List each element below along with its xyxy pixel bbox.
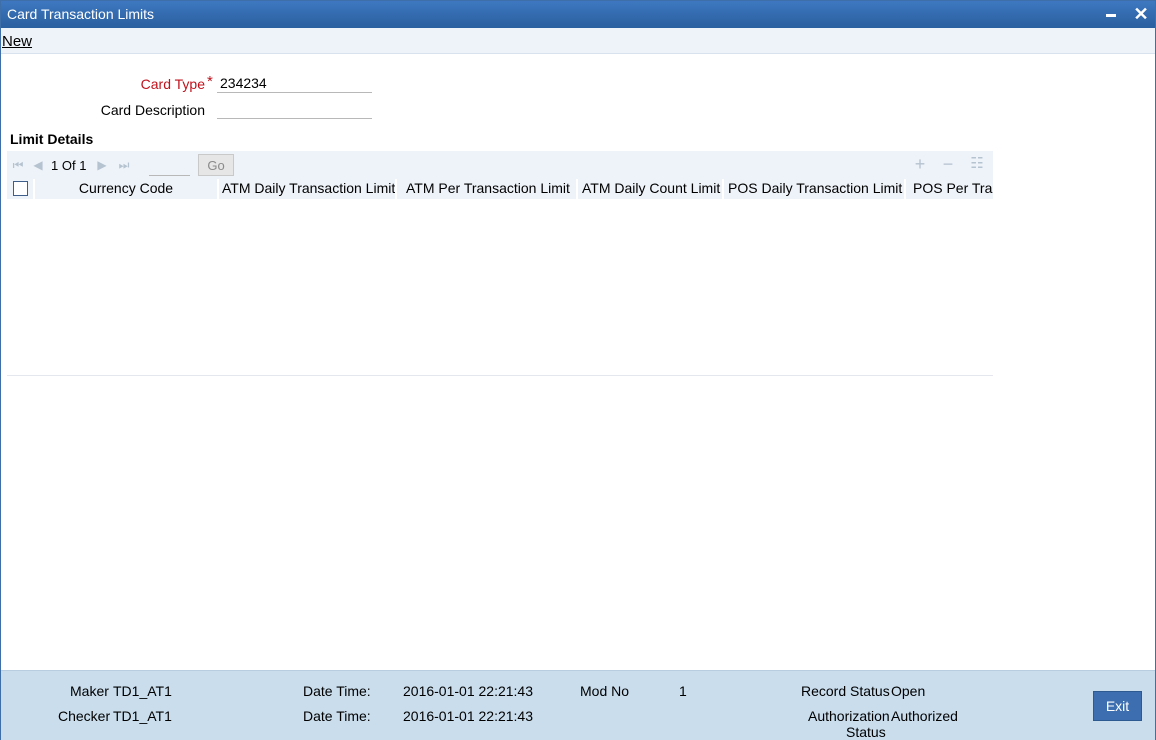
checker-datetime-value: 2016-01-01 22:21:43 [403, 708, 533, 724]
card-description-input[interactable] [217, 99, 372, 119]
card-description-label: Card Description [100, 102, 205, 118]
checker-value: TD1_AT1 [113, 708, 172, 724]
first-page-icon[interactable]: ⏮ [11, 158, 25, 172]
card-type-input[interactable] [217, 73, 372, 93]
menu-bar: New [1, 28, 1155, 54]
header-select-cell [7, 179, 35, 199]
select-all-checkbox[interactable] [13, 181, 28, 196]
limit-details-grid: ⏮ ◀ 1 Of 1 ▶ ⏭ Go + − ☷ Currency Code AT… [7, 151, 993, 376]
card-transaction-limits-window: Card Transaction Limits ✕ New Card Type … [0, 0, 1156, 740]
checker-datetime-label: Date Time: [303, 708, 371, 724]
audit-footer: Maker TD1_AT1 Checker TD1_AT1 Date Time:… [1, 670, 1155, 740]
maker-datetime-label: Date Time: [303, 683, 371, 699]
grid-header-row: Currency Code ATM Daily Transaction Limi… [7, 179, 993, 199]
column-header-atm-daily-transaction-limit[interactable]: ATM Daily Transaction Limit [219, 179, 397, 199]
window-title: Card Transaction Limits [7, 6, 155, 22]
new-link[interactable]: New [2, 33, 32, 50]
maker-datetime-value: 2016-01-01 22:21:43 [403, 683, 533, 699]
delete-row-icon[interactable]: − [939, 155, 957, 173]
grid-toolbar: ⏮ ◀ 1 Of 1 ▶ ⏭ Go + − ☷ [7, 151, 993, 179]
column-header-pos-daily-transaction-limit[interactable]: POS Daily Transaction Limit [724, 179, 906, 199]
exit-button[interactable]: Exit [1093, 691, 1142, 721]
column-header-atm-per-transaction-limit[interactable]: ATM Per Transaction Limit [397, 179, 578, 199]
maker-value: TD1_AT1 [113, 683, 172, 699]
required-indicator: * [207, 73, 213, 90]
go-button[interactable]: Go [198, 154, 234, 176]
next-page-icon[interactable]: ▶ [95, 158, 109, 172]
record-status-label: Record Status [801, 683, 890, 699]
authorization-status-label-line2: Status [846, 724, 886, 740]
of-label: Of [61, 158, 76, 173]
maker-label: Maker [70, 683, 109, 699]
column-header-currency-code[interactable]: Currency Code [35, 179, 219, 199]
authorization-status-value: Authorized [891, 708, 958, 724]
pagination-text: 1 Of 1 [51, 158, 86, 173]
authorization-status-label-line1: Authorization [808, 708, 890, 724]
column-header-atm-daily-count-limit[interactable]: ATM Daily Count Limit [578, 179, 724, 199]
current-page: 1 [51, 158, 59, 173]
close-icon[interactable]: ✕ [1130, 3, 1152, 25]
card-type-label: Card Type [140, 76, 205, 92]
limit-details-title: Limit Details [10, 131, 94, 147]
single-view-icon[interactable]: ☷ [968, 155, 986, 173]
mod-no-label: Mod No [580, 683, 630, 699]
column-header-pos-per-transaction-limit[interactable]: POS Per Tran [906, 179, 993, 199]
record-status-value: Open [891, 683, 926, 699]
last-page-icon[interactable]: ⏭ [117, 158, 131, 172]
total-pages: 1 [79, 158, 87, 173]
page-number-input[interactable] [149, 155, 190, 176]
title-bar: Card Transaction Limits ✕ [1, 1, 1155, 28]
checker-label: Checker [58, 708, 111, 724]
mod-no-value: 1 [679, 683, 687, 699]
minimize-icon[interactable] [1100, 3, 1122, 25]
previous-page-icon[interactable]: ◀ [31, 158, 45, 172]
add-row-icon[interactable]: + [911, 155, 929, 173]
